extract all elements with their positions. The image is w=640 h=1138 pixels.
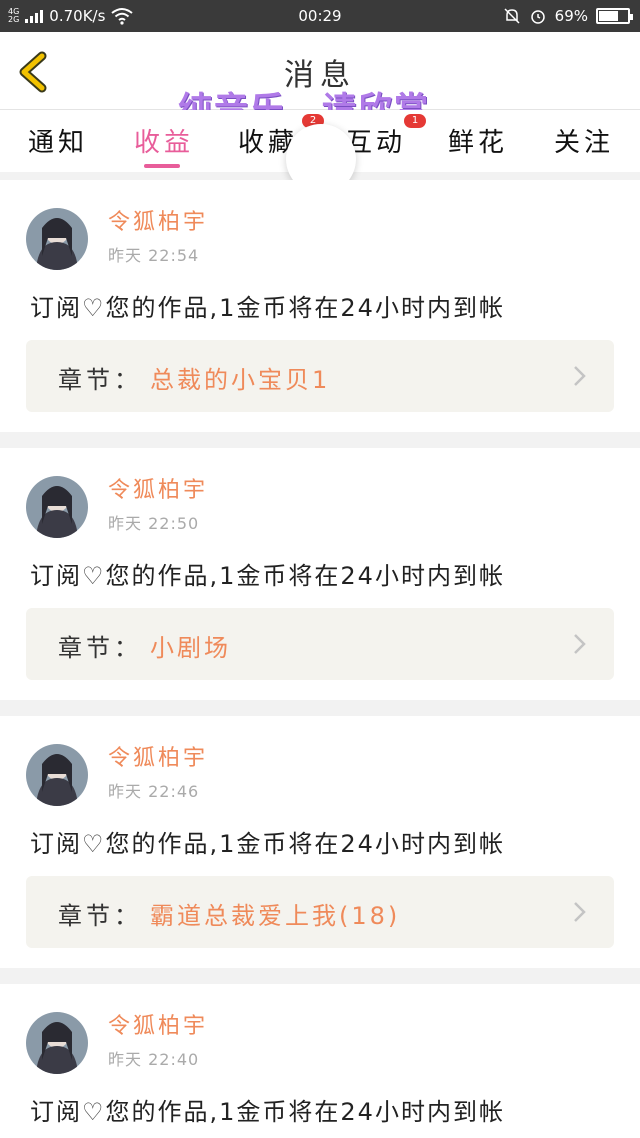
chapter-label: 章节： xyxy=(58,366,142,394)
chevron-right-icon xyxy=(574,634,586,654)
tab-flowers[interactable]: 鲜花 xyxy=(448,122,508,159)
header: 消息 纯音乐，请欣赏 xyxy=(0,32,640,130)
sender-name[interactable]: 令狐柏宇 xyxy=(108,204,208,236)
message-time: 昨天 22:54 xyxy=(108,246,200,265)
sender-name[interactable]: 令狐柏宇 xyxy=(108,1008,208,1040)
avatar[interactable] xyxy=(26,744,88,806)
message-text-before: 订阅 xyxy=(30,830,82,858)
message-card: 令狐柏宇 昨天 22:50 订阅♡您的作品,1金币将在24小时内到帐 章节： 小… xyxy=(0,448,640,700)
message-text: 订阅♡您的作品,1金币将在24小时内到帐 xyxy=(30,556,505,591)
message-text: 订阅♡您的作品,1金币将在24小时内到帐 xyxy=(30,288,505,323)
message-time: 昨天 22:50 xyxy=(108,514,200,533)
interaction-badge: 1 xyxy=(404,114,426,128)
chapter-label: 章节： xyxy=(58,634,142,662)
alarm-icon xyxy=(530,10,545,24)
battery-fill xyxy=(599,11,618,21)
message-text-before: 订阅 xyxy=(30,562,82,590)
message-text-before: 订阅 xyxy=(30,294,82,322)
tab-follow[interactable]: 关注 xyxy=(554,122,614,159)
message-text-after: 您的作品,1金币将在24小时内到帐 xyxy=(105,830,505,858)
chapter-link[interactable]: 章节： 霸道总裁爱上我(18) xyxy=(26,876,614,948)
message-text-after: 您的作品,1金币将在24小时内到帐 xyxy=(105,562,505,590)
chapter-title: 总裁的小宝贝1 xyxy=(150,366,331,394)
message-text: 订阅♡您的作品,1金币将在24小时内到帐 xyxy=(30,824,505,859)
avatar[interactable] xyxy=(26,476,88,538)
battery-percent: 69% xyxy=(554,7,588,25)
active-tab-indicator xyxy=(144,164,180,168)
tab-earnings[interactable]: 收益 xyxy=(134,122,194,159)
message-card: 令狐柏宇 昨天 22:46 订阅♡您的作品,1金币将在24小时内到帐 章节： 霸… xyxy=(0,716,640,968)
broken-heart-icon: ♡ xyxy=(82,1098,106,1126)
chevron-right-icon xyxy=(574,366,586,386)
avatar[interactable] xyxy=(26,208,88,270)
message-time: 昨天 22:40 xyxy=(108,1050,200,1069)
chapter-link[interactable]: 章节： 小剧场 xyxy=(26,608,614,680)
chapter-title: 小剧场 xyxy=(150,634,231,662)
broken-heart-icon: ♡ xyxy=(82,562,106,590)
chapter-link[interactable]: 章节： 总裁的小宝贝1 xyxy=(26,340,614,412)
status-right: 69% xyxy=(503,0,633,32)
message-card: 令狐柏宇 昨天 22:40 订阅♡您的作品,1金币将在24小时内到帐 xyxy=(0,984,640,1138)
message-text-before: 订阅 xyxy=(30,1098,82,1126)
sender-name[interactable]: 令狐柏宇 xyxy=(108,740,208,772)
message-card: 令狐柏宇 昨天 22:54 订阅♡您的作品,1金币将在24小时内到帐 章节： 总… xyxy=(0,180,640,432)
chapter-label: 章节： xyxy=(58,902,142,930)
avatar[interactable] xyxy=(26,1012,88,1074)
bell-muted-icon xyxy=(504,8,520,24)
message-text: 订阅♡您的作品,1金币将在24小时内到帐 xyxy=(30,1092,505,1127)
message-time: 昨天 22:46 xyxy=(108,782,200,801)
status-bar: 4G 2G 0.70K/s 00:29 69% xyxy=(0,0,640,32)
broken-heart-icon: ♡ xyxy=(82,294,106,322)
message-text-after: 您的作品,1金币将在24小时内到帐 xyxy=(105,1098,505,1126)
tab-notice[interactable]: 通知 xyxy=(28,122,88,159)
battery-icon xyxy=(596,8,633,24)
message-text-after: 您的作品,1金币将在24小时内到帐 xyxy=(105,294,505,322)
sender-name[interactable]: 令狐柏宇 xyxy=(108,472,208,504)
chevron-right-icon xyxy=(574,902,586,922)
broken-heart-icon: ♡ xyxy=(82,830,106,858)
chapter-title: 霸道总裁爱上我(18) xyxy=(150,902,401,930)
